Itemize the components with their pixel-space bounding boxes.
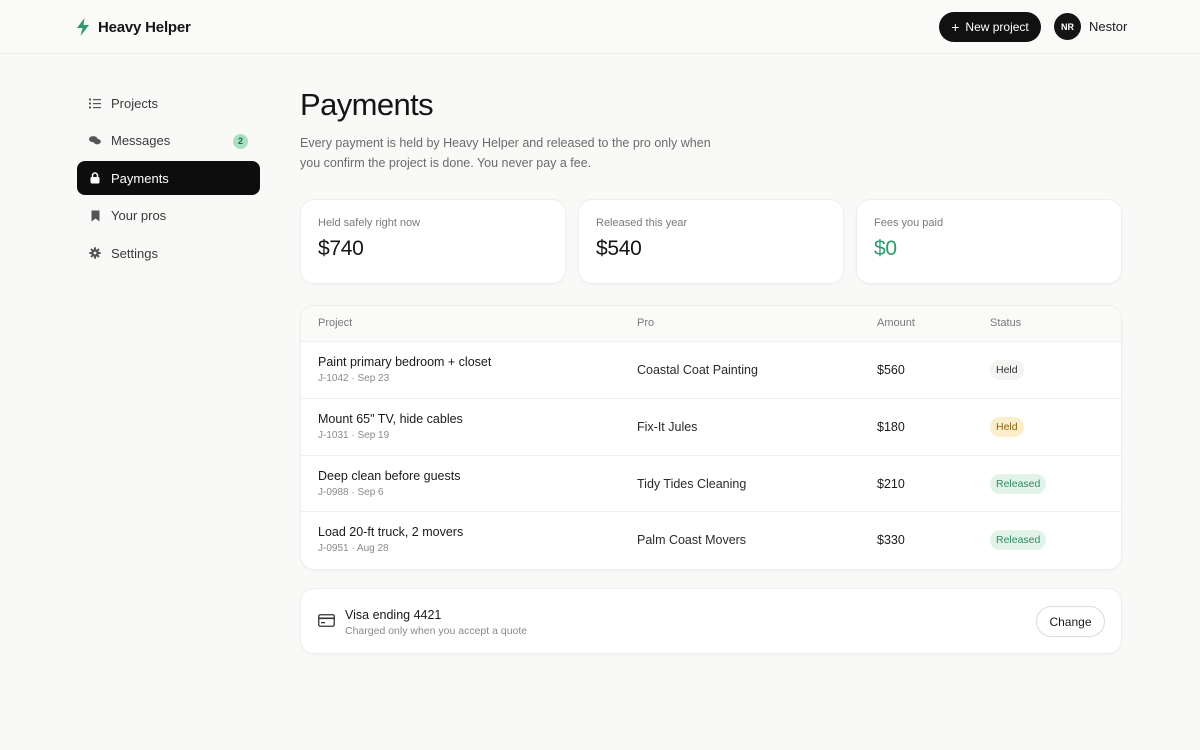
status-badge: Released (990, 473, 1047, 494)
chat-icon (89, 135, 101, 147)
amount: $330 (877, 533, 905, 548)
sidebar-item-label: Messages (111, 133, 171, 148)
sidebar-item-settings[interactable]: Settings (77, 236, 260, 270)
column-header-amount: Amount (877, 317, 915, 329)
stat-value: $740 (318, 237, 364, 260)
main-content: Payments Every payment is held by Heavy … (300, 86, 1122, 654)
project-name: Mount 65" TV, hide cables (318, 411, 463, 426)
project-name: Load 20-ft truck, 2 movers (318, 525, 464, 540)
stat-value: $0 (874, 237, 897, 260)
sidebar-item-label: Payments (111, 170, 169, 186)
pro-name: Palm Coast Movers (637, 533, 747, 548)
status-badge: Held (990, 416, 1024, 437)
project-name: Deep clean before guests (318, 468, 461, 483)
stats-row: Held safely right now $740 Released this… (300, 199, 1122, 284)
top-bar: Heavy Helper + New project NR Nestor (0, 0, 1200, 54)
stat-label: Held safely right now (318, 217, 421, 229)
project-meta: J-1042 · Sep 23 (318, 373, 390, 384)
status-badge: Held (990, 360, 1024, 380)
sidebar-item-your-pros[interactable]: Your pros (77, 199, 260, 233)
stat-value: $540 (596, 237, 642, 260)
column-header-pro: Pro (637, 317, 655, 329)
payments-table: Project Pro Amount Status Paint primary … (300, 305, 1122, 570)
sidebar-item-label: Your pros (111, 208, 167, 223)
table-row[interactable]: Paint primary bedroom + closet J-1042 · … (301, 342, 1121, 399)
table-header: Project Pro Amount Status (301, 306, 1121, 342)
amount: $560 (877, 363, 905, 377)
avatar: NR (1054, 13, 1081, 40)
pro-name: Fix-It Jules (637, 419, 698, 434)
project-meta: J-0988 · Sep 6 (318, 486, 384, 498)
sidebar-item-payments[interactable]: Payments (77, 161, 260, 195)
stat-card-released: Released this year $540 (578, 199, 844, 284)
pro-name: Tidy Tides Cleaning (637, 476, 747, 491)
pro-name: Coastal Coat Painting (637, 363, 758, 377)
user-menu[interactable]: NR Nestor (1054, 13, 1127, 40)
amount: $180 (877, 419, 905, 434)
new-project-button[interactable]: + New project (939, 12, 1041, 42)
status-badge: Released (990, 530, 1047, 551)
project-name: Paint primary bedroom + closet (318, 355, 492, 369)
unread-badge: 2 (233, 133, 248, 149)
change-button[interactable]: Change (1036, 606, 1105, 637)
page-subtitle: Every payment is held by Heavy Helper an… (300, 136, 711, 170)
project-meta: J-0951 · Aug 28 (318, 543, 389, 555)
table-row[interactable]: Deep clean before guests J-0988 · Sep 6 … (301, 456, 1121, 513)
gear-icon (89, 247, 101, 259)
new-project-label: New project (965, 20, 1029, 34)
user-name: Nestor (1089, 19, 1128, 34)
table-row[interactable]: Mount 65" TV, hide cables J-1031 · Sep 1… (301, 399, 1121, 456)
sidebar: Projects Messages 2 Payments Your pros S… (77, 86, 260, 274)
amount: $210 (877, 476, 905, 491)
bolt-icon (77, 18, 89, 36)
sidebar-item-projects[interactable]: Projects (77, 86, 260, 120)
card-name: Visa ending 4421 (345, 608, 442, 622)
stat-card-held: Held safely right now $740 (300, 199, 566, 284)
plus-icon: + (951, 19, 960, 35)
lock-icon (89, 172, 101, 184)
sidebar-item-label: Settings (111, 245, 158, 261)
sidebar-item-label: Projects (111, 95, 158, 111)
project-meta: J-1031 · Sep 19 (318, 429, 390, 441)
stat-label: Fees you paid (874, 217, 944, 229)
payment-method-card: Visa ending 4421 Charged only when you a… (300, 588, 1122, 654)
credit-card-icon (318, 614, 335, 632)
page-title: Payments (300, 87, 434, 122)
brand-logo[interactable]: Heavy Helper (76, 16, 191, 38)
column-header-project: Project (318, 317, 353, 329)
table-row[interactable]: Load 20-ft truck, 2 movers J-0951 · Aug … (301, 512, 1121, 569)
stat-card-fees: Fees you paid $0 (856, 199, 1122, 284)
stat-label: Released this year (596, 217, 688, 229)
list-icon (89, 97, 101, 109)
card-note: Charged only when you accept a quote (345, 625, 528, 637)
brand-name: Heavy Helper (98, 18, 191, 36)
column-header-status: Status (990, 317, 1022, 329)
sidebar-item-messages[interactable]: Messages 2 (77, 124, 260, 158)
bookmark-icon (89, 210, 101, 222)
